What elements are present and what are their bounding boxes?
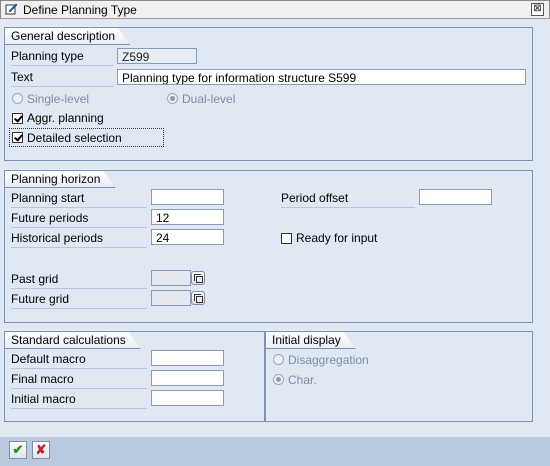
window-titlebar: Define Planning Type ⊠: [0, 0, 550, 19]
confirm-checkmark-icon[interactable]: ✔: [9, 441, 27, 459]
char-radio: [273, 374, 284, 385]
standard-calculations-heading: Standard calculations: [5, 332, 141, 349]
close-icon[interactable]: ⊠: [531, 3, 544, 16]
cancel-x-icon[interactable]: ✘: [32, 441, 50, 459]
text-field[interactable]: Planning type for information structure …: [117, 69, 526, 85]
standard-calculations-group: Standard calculations Default macro Fina…: [4, 331, 265, 422]
planning-horizon-heading: Planning horizon: [5, 171, 115, 188]
dialog-content: General description Planning type Z599 T…: [0, 19, 550, 437]
planning-start-label: Planning start: [11, 190, 147, 208]
past-grid-field: [151, 270, 191, 286]
initial-macro-field[interactable]: [151, 390, 224, 406]
planning-start-field[interactable]: [151, 189, 224, 205]
ready-for-input-label: Ready for input: [296, 231, 378, 245]
future-periods-field[interactable]: 12: [151, 209, 224, 225]
initial-macro-label: Initial macro: [11, 391, 147, 409]
default-macro-field[interactable]: [151, 350, 224, 366]
initial-display-group: Initial display Disaggregation Char.: [265, 331, 533, 422]
dual-level-label: Dual-level: [182, 92, 236, 106]
historical-periods-label: Historical periods: [11, 230, 147, 248]
ready-for-input-checkbox[interactable]: [281, 233, 292, 244]
default-macro-label: Default macro: [11, 351, 147, 369]
detailed-selection-checkbox[interactable]: [12, 132, 23, 143]
planning-type-label: Planning type: [11, 48, 113, 66]
single-level-label: Single-level: [27, 92, 90, 106]
single-level-radio: [12, 93, 23, 104]
period-offset-field[interactable]: [419, 189, 492, 205]
disaggregation-radio: [273, 354, 284, 365]
past-grid-picker-icon[interactable]: [191, 271, 205, 285]
period-offset-label: Period offset: [281, 190, 415, 208]
final-macro-label: Final macro: [11, 371, 147, 389]
planning-horizon-group: Planning horizon Planning start Future p…: [4, 170, 533, 323]
future-grid-field: [151, 290, 191, 306]
past-grid-label: Past grid: [11, 271, 147, 289]
aggr-planning-checkbox[interactable]: [12, 113, 23, 124]
future-grid-label: Future grid: [11, 291, 147, 309]
initial-display-heading: Initial display: [266, 332, 356, 349]
aggr-planning-label: Aggr. planning: [27, 111, 104, 125]
window-title: Define Planning Type: [23, 3, 137, 17]
text-label: Text: [11, 69, 113, 87]
general-description-heading: General description: [5, 28, 130, 45]
dialog-footer: ✔ ✘: [0, 437, 550, 466]
edit-window-icon: [5, 3, 18, 15]
future-periods-label: Future periods: [11, 210, 147, 228]
char-label: Char.: [288, 373, 317, 387]
planning-type-field: Z599: [117, 48, 197, 64]
dual-level-radio: [167, 93, 178, 104]
general-description-group: General description Planning type Z599 T…: [4, 27, 533, 161]
final-macro-field[interactable]: [151, 370, 224, 386]
disaggregation-label: Disaggregation: [288, 353, 369, 367]
historical-periods-field[interactable]: 24: [151, 229, 224, 245]
detailed-selection-label: Detailed selection: [27, 131, 122, 145]
future-grid-picker-icon[interactable]: [191, 291, 205, 305]
